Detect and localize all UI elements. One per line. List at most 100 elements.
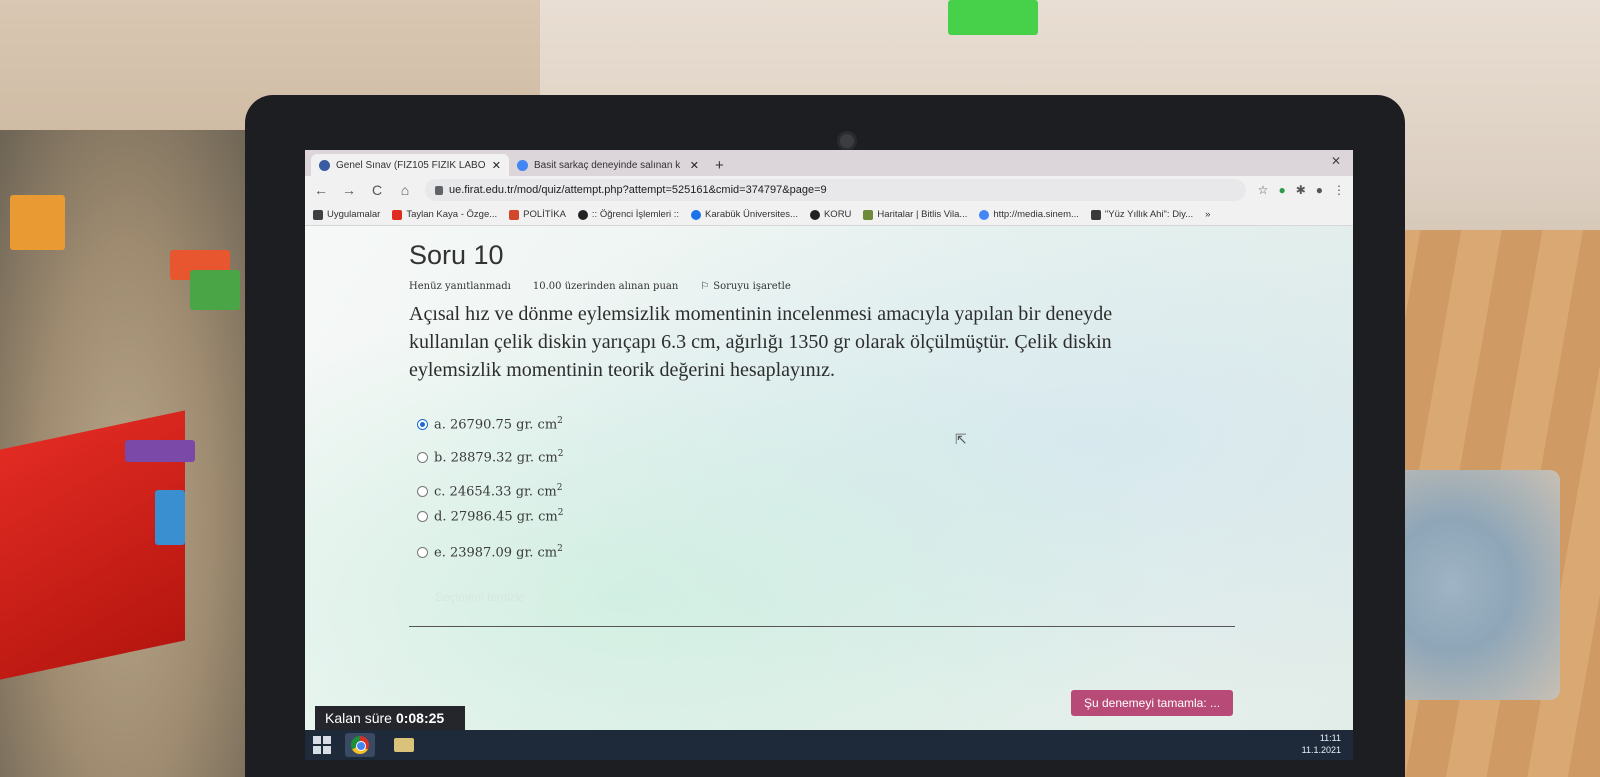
tab-title: Basit sarkaç deneyinde salınan k	[534, 159, 681, 171]
puzzle-icon[interactable]: ✱	[1296, 183, 1306, 197]
bookmark-item[interactable]: Karabük Üniversites...	[691, 209, 798, 220]
bookmark-page-icon	[1090, 209, 1101, 220]
bookmark-label: Uygulamalar	[327, 209, 381, 220]
radio-button[interactable]	[417, 451, 428, 463]
bookmark-label: Haritalar | Bitlis Vila...	[877, 209, 968, 220]
address-bar[interactable]: ue.firat.edu.tr/mod/quiz/attempt.php?att…	[425, 179, 1246, 201]
chrome-icon	[351, 736, 369, 754]
finish-attempt-button[interactable]: Şu denemeyi tamamla: ...	[1071, 690, 1233, 716]
bookmark-label: Taylan Kaya - Özge...	[406, 209, 498, 220]
bookmark-label: POLİTİKA	[523, 209, 566, 220]
toy-block	[125, 440, 195, 462]
tab-genel-sinav[interactable]: Genel Sınav (FİZ105 FİZİK LABOR ✕	[311, 154, 509, 176]
bookmark-item[interactable]: http://media.sinem...	[979, 209, 1079, 220]
google-icon	[979, 209, 990, 220]
webcam	[837, 131, 857, 151]
folder-icon	[394, 738, 414, 752]
bookmark-item[interactable]: POLİTİKA	[509, 209, 566, 220]
window-close-button[interactable]: ✕	[1331, 154, 1341, 168]
system-clock[interactable]: 11:11 11.1.2021	[1302, 732, 1341, 756]
bookmark-star-icon[interactable]: ☆	[1258, 183, 1269, 197]
bookmark-label: KORU	[823, 209, 852, 220]
home-button[interactable]: ⌂	[397, 182, 413, 198]
close-tab-icon[interactable]: ✕	[690, 159, 699, 172]
bookmark-item[interactable]: :: Öğrenci İşlemleri ::	[577, 209, 680, 220]
answer-label: a. 26790.75 gr. cm2	[434, 416, 563, 433]
windows-start-icon[interactable]	[313, 736, 331, 754]
divider	[409, 626, 1235, 627]
background-rug	[1380, 470, 1560, 700]
quiz-page: Soru 10 Henüz yanıtlanmadı 10.00 üzerind…	[305, 226, 1353, 760]
bookmarks-bar: Uygulamalar Taylan Kaya - Özge... POLİTİ…	[305, 204, 1353, 226]
toolbar-icons: ☆ ● ✱ ● ⋮	[1258, 183, 1345, 197]
clock-date: 11.1.2021	[1301, 745, 1341, 755]
university-icon	[691, 209, 702, 220]
answer-label: c. 24654.33 gr. cm2	[434, 483, 563, 500]
toy-block	[948, 0, 1038, 35]
question-status: Henüz yanıtlanmadı	[409, 281, 511, 292]
question-info: Henüz yanıtlanmadı 10.00 üzerinden alına…	[409, 281, 791, 292]
flag-question-label: Soruyu işaretle	[713, 281, 791, 292]
question-points: 10.00 üzerinden alınan puan	[532, 281, 679, 292]
answer-option-b[interactable]: b. 28879.32 gr. cm2	[417, 449, 563, 465]
timer-box: Kalan süre 0:08:25	[315, 706, 465, 730]
toy-block	[155, 490, 185, 545]
bookmark-label: :: Öğrenci İşlemleri ::	[591, 209, 680, 220]
question-title: Soru 10	[409, 240, 504, 270]
bookmark-item[interactable]: Taylan Kaya - Özge...	[392, 209, 497, 220]
extension-icon[interactable]: ●	[1278, 183, 1285, 197]
clear-choice-link[interactable]: Seçimimi temizle	[435, 590, 525, 604]
browser-toolbar: ← → C ⌂ ue.firat.edu.tr/mod/quiz/attempt…	[305, 176, 1353, 204]
clock-time: 11:11	[1319, 733, 1341, 743]
radio-button[interactable]	[417, 546, 428, 558]
menu-icon[interactable]: ⋮	[1333, 183, 1345, 197]
forward-button[interactable]: →	[341, 182, 357, 198]
close-tab-icon[interactable]: ✕	[492, 159, 501, 172]
new-tab-button[interactable]: +	[715, 157, 724, 174]
flag-question-link[interactable]: ⚐ Soruyu işaretle	[700, 281, 790, 292]
bookmark-item[interactable]: KORU	[809, 209, 852, 220]
globe-icon	[809, 209, 820, 220]
answer-label: e. 23987.09 gr. cm2	[434, 544, 563, 561]
moodle-favicon-icon	[319, 159, 330, 171]
toy-block	[10, 195, 65, 250]
laptop: Genel Sınav (FİZ105 FİZİK LABOR ✕ Basit …	[245, 95, 1405, 777]
answer-label: b. 28879.32 gr. cm2	[434, 449, 564, 466]
bookmark-label: Karabük Üniversites...	[705, 209, 798, 220]
globe-icon	[577, 209, 588, 220]
answer-option-d[interactable]: d. 27986.45 gr. cm2	[417, 508, 563, 524]
profile-icon[interactable]: ●	[1316, 183, 1323, 197]
chrome-taskbar-button[interactable]	[345, 733, 375, 757]
file-explorer-taskbar-button[interactable]	[389, 733, 419, 757]
tab-basit-sarkac[interactable]: Basit sarkaç deneyinde salınan k ✕	[509, 154, 707, 176]
windows-taskbar: 11:11 11.1.2021	[305, 730, 1353, 760]
answer-label: d. 27986.45 gr. cm2	[434, 508, 564, 525]
timer-value: 0:08:25	[395, 710, 445, 726]
politika-icon	[509, 209, 520, 220]
bookmark-label: http://media.sinem...	[993, 209, 1079, 220]
youtube-icon	[392, 209, 403, 220]
bookmarks-more-button[interactable]: »	[1205, 209, 1210, 220]
radio-button[interactable]	[417, 485, 428, 497]
radio-button[interactable]	[417, 418, 428, 430]
answer-option-a[interactable]: a. 26790.75 gr. cm2	[417, 416, 563, 432]
apps-grid-icon	[313, 209, 323, 220]
lock-icon	[435, 185, 443, 195]
radio-button[interactable]	[417, 510, 428, 522]
tab-title: Genel Sınav (FİZ105 FİZİK LABOR	[336, 159, 486, 171]
flag-icon: ⚐	[700, 281, 710, 292]
bookmark-label: "Yüz Yıllık Ahi": Diy...	[1104, 209, 1194, 220]
google-favicon-icon	[517, 159, 528, 171]
back-button[interactable]: ←	[313, 182, 329, 198]
url-text: ue.firat.edu.tr/mod/quiz/attempt.php?att…	[449, 184, 827, 196]
bookmark-item[interactable]: "Yüz Yıllık Ahi": Diy...	[1090, 209, 1194, 220]
browser-tab-bar: Genel Sınav (FİZ105 FİZİK LABOR ✕ Basit …	[305, 150, 1353, 176]
question-text: Açısal hız ve dönme eylemsizlik momentin…	[409, 303, 1113, 381]
map-icon	[863, 209, 874, 220]
answer-option-e[interactable]: e. 23987.09 gr. cm2	[417, 544, 563, 560]
bookmark-item[interactable]: Uygulamalar	[313, 209, 380, 220]
reload-button[interactable]: C	[369, 182, 385, 198]
bookmark-item[interactable]: Haritalar | Bitlis Vila...	[863, 209, 967, 220]
answer-option-c[interactable]: c. 24654.33 gr. cm2	[417, 483, 562, 499]
toy-block	[190, 270, 240, 310]
